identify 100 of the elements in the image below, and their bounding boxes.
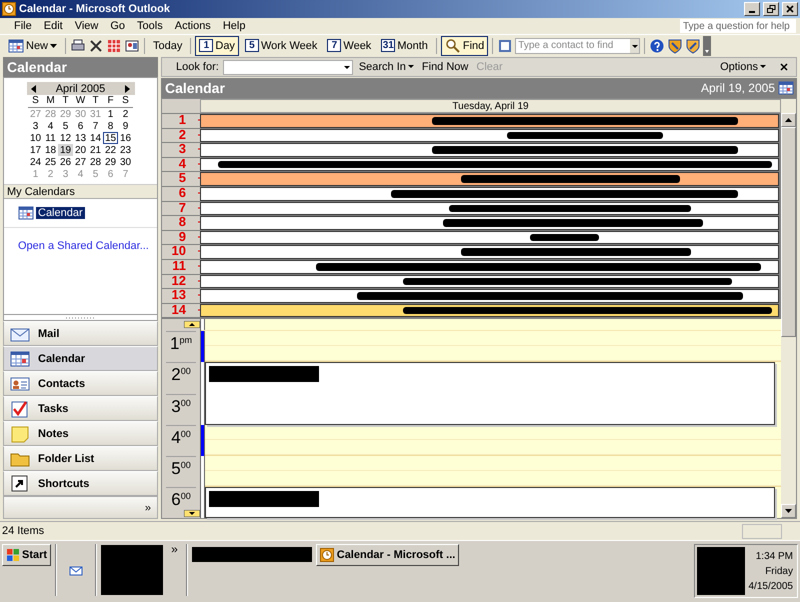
all-day-event[interactable] [200,158,779,172]
calendar-day[interactable]: 13 [73,132,88,144]
start-button[interactable]: Start [2,544,52,566]
look-for-field[interactable] [222,60,353,74]
calendar-title: Calendar [165,80,226,96]
calendar-day[interactable]: 23 [118,144,133,156]
all-day-event[interactable] [200,114,779,128]
menu-item[interactable]: File [8,20,38,32]
help-icon [649,38,666,54]
shared-calendar-link[interactable]: Open a Shared Calendar... [4,228,157,252]
taskbar-button[interactable]: Calendar - Microsoft ... [316,544,460,566]
help-search-field[interactable]: Type a question for help [680,19,796,33]
options-button[interactable]: Options [718,61,768,73]
minimize-button[interactable] [744,2,760,16]
scroll-thumb[interactable] [781,127,796,336]
scroll-down-button[interactable] [781,504,796,518]
calendar-day[interactable]: 8 [103,120,118,132]
menu-item[interactable]: Go [104,20,132,32]
calendar-day[interactable]: 1 [103,108,118,120]
calendar-day[interactable]: 20 [73,144,88,156]
earlier-items-icon[interactable] [184,321,200,328]
nav-button[interactable]: Tasks [3,396,158,421]
all-day-event[interactable] [200,216,779,230]
all-day-event[interactable] [200,186,779,201]
nav-button[interactable]: Notes [3,421,158,446]
calendar-day[interactable]: 30 [118,156,133,168]
later-items-icon[interactable] [184,510,200,517]
calendar-day[interactable]: 29 [103,156,118,168]
find-button[interactable]: Find [440,36,488,56]
calendar-day[interactable]: 10 [28,132,43,144]
splitter-handle[interactable] [3,315,158,321]
previous-month-icon[interactable] [30,84,36,92]
search-in-button[interactable]: Search In [356,61,416,73]
all-day-event[interactable] [200,230,779,244]
all-day-event[interactable] [200,274,779,288]
menu-item[interactable]: Actions [168,20,217,32]
calendar-day[interactable]: 6 [73,120,88,132]
nav-button[interactable]: Folder List [3,446,158,471]
calendar-day[interactable]: 5 [58,120,73,132]
view-button[interactable]: 7 Week [323,36,376,56]
view-button[interactable]: 1 Day [195,36,239,56]
scroll-up-button[interactable] [781,113,796,127]
nav-button[interactable]: Contacts [3,371,158,396]
appointment[interactable] [205,362,775,425]
calendar-date: April 19, 2005 [700,81,775,95]
appointment[interactable] [205,486,775,518]
calendar-day[interactable]: 15 [103,132,118,144]
calendar-day[interactable]: 17 [28,144,43,156]
find-now-button[interactable]: Find Now [420,61,470,73]
more-buttons-button[interactable]: » [144,502,151,514]
nav-button[interactable]: Calendar [3,346,158,371]
calendar-day[interactable]: 28 [88,156,103,168]
all-day-event[interactable] [200,143,779,157]
all-day-event[interactable] [200,128,779,142]
calendar-day[interactable]: 14 [88,132,103,144]
calendar-day[interactable]: 27 [73,156,88,168]
calendar-day[interactable]: 24 [28,156,43,168]
new-button[interactable]: New [4,36,62,56]
calendar-day[interactable]: 2 [118,108,133,120]
calendar-day[interactable]: 22 [103,144,118,156]
all-day-event[interactable] [200,260,779,274]
status-text: 24 Items [1,525,46,537]
calendar-day[interactable]: 3 [28,120,43,132]
view-button[interactable]: 31 Month [377,36,432,56]
calendar-day[interactable]: 25 [43,156,58,168]
calendar-day[interactable]: 9 [118,120,133,132]
close-button[interactable] [782,2,798,16]
scrollbar[interactable] [781,99,796,518]
nav-button[interactable]: Mail [3,321,158,346]
menu-item[interactable]: Help [216,20,252,32]
calendar-day[interactable]: 16 [118,132,133,144]
all-day-event[interactable] [200,202,779,216]
calendar-day[interactable]: 7 [88,120,103,132]
menu-item[interactable]: Tools [131,20,169,32]
calendar-day[interactable]: 12 [58,132,73,144]
more-quick-launch-button[interactable]: » [171,542,178,556]
all-day-event[interactable] [200,172,779,186]
next-month-icon[interactable] [125,84,130,92]
all-day-event[interactable] [200,304,779,318]
today-button[interactable]: Today [149,36,186,56]
all-day-event[interactable] [200,289,779,303]
close-icon[interactable] [780,63,788,71]
calendar-day[interactable]: 18 [43,144,58,156]
calendar-day[interactable]: 11 [43,132,58,144]
windows-flag-icon [6,548,20,562]
restore-button[interactable] [763,2,779,16]
menu-item[interactable]: View [68,20,104,32]
delete-icon [88,38,104,54]
calendar-day[interactable]: 21 [88,144,103,156]
all-day-event[interactable] [200,245,779,259]
calendar-day[interactable]: 4 [43,120,58,132]
contact-search-field[interactable]: Type a contact to find [515,38,640,54]
view-button[interactable]: 5 Work Week [240,36,322,56]
folder-icon [10,450,30,466]
calendar-list-item[interactable]: Calendar [36,207,85,219]
menu-item[interactable]: Edit [38,20,69,32]
calendar-day[interactable]: 19 [58,144,73,156]
shield-icon [667,38,684,54]
nav-button[interactable]: Shortcuts [3,471,158,496]
calendar-day[interactable]: 26 [58,156,73,168]
